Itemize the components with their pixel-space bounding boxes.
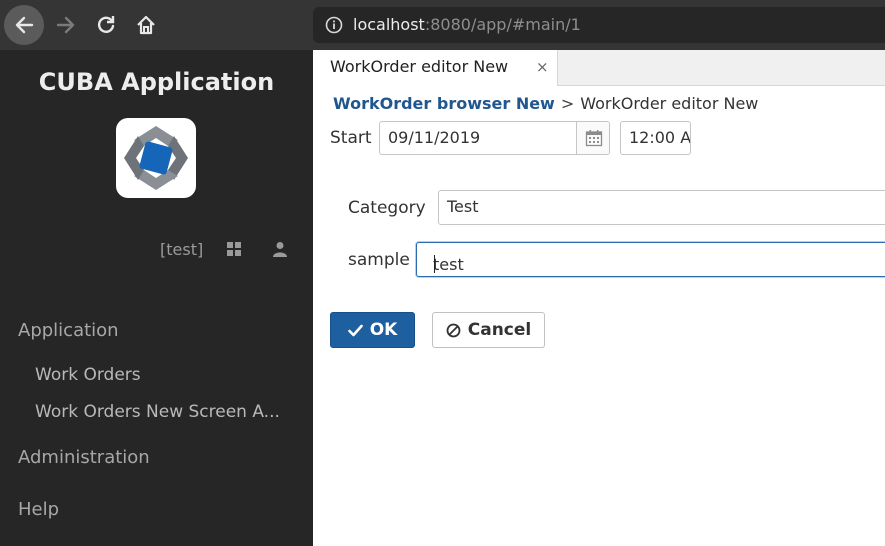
breadcrumb-current: WorkOrder editor New (580, 94, 759, 113)
menu-item-work-orders[interactable]: Work Orders (35, 365, 141, 385)
app-logo (116, 118, 196, 198)
breadcrumb-separator: > (560, 94, 575, 113)
home-icon (137, 15, 155, 35)
url-text: localhost:8080/app/#main/1 (353, 15, 581, 34)
tab-workorder-editor[interactable]: WorkOrder editor New × (313, 50, 558, 86)
user-icon[interactable] (273, 241, 287, 261)
cancel-button[interactable]: Cancel (432, 312, 545, 348)
menu-item-help[interactable]: Help (18, 499, 59, 520)
ok-button[interactable]: OK (330, 312, 415, 348)
start-date-field[interactable]: 09/11/2019 (379, 121, 610, 155)
url-path: :8080/app/#main/1 (424, 15, 581, 34)
browser-toolbar: localhost:8080/app/#main/1 (0, 0, 885, 50)
sample-label: sample (348, 250, 410, 270)
menu-item-application[interactable]: Application (18, 320, 119, 341)
checkmark-icon (347, 324, 363, 336)
arrow-left-icon (15, 16, 34, 34)
main-content: WorkOrder editor New × WorkOrder browser… (313, 50, 885, 546)
breadcrumb-link-browser[interactable]: WorkOrder browser New (333, 94, 555, 113)
calendar-icon (585, 130, 602, 147)
app-title: CUBA Application (38, 68, 275, 96)
ban-icon (446, 323, 461, 337)
category-label: Category (348, 198, 426, 218)
url-host: localhost (353, 15, 425, 34)
category-field[interactable]: Test (438, 190, 885, 225)
menu-item-administration[interactable]: Administration (18, 447, 150, 468)
sample-value: test (433, 255, 464, 274)
forward-button[interactable] (46, 5, 86, 45)
reload-button[interactable] (86, 5, 126, 45)
close-icon[interactable]: × (536, 58, 549, 76)
start-time-value: 12:00 A (629, 128, 691, 147)
menu-item-work-orders-new-screen[interactable]: Work Orders New Screen A... (35, 402, 280, 422)
text-caret (434, 255, 435, 273)
category-value: Test (447, 197, 479, 216)
sample-input[interactable]: test (416, 242, 885, 277)
start-time-field[interactable]: 12:00 A (620, 121, 691, 155)
tab-strip: WorkOrder editor New × (313, 50, 885, 86)
back-button[interactable] (4, 5, 44, 45)
user-indicator[interactable]: [test] (160, 240, 203, 259)
info-icon[interactable] (325, 16, 343, 38)
cancel-label: Cancel (467, 320, 532, 340)
reload-icon (97, 16, 115, 33)
home-button[interactable] (126, 5, 166, 45)
sidebar: CUBA Application [test] Application Work… (0, 50, 313, 546)
start-date-value: 09/11/2019 (388, 128, 481, 147)
ok-label: OK (369, 320, 398, 340)
address-bar[interactable]: localhost:8080/app/#main/1 (313, 7, 885, 43)
calendar-button[interactable] (576, 122, 609, 154)
breadcrumb: WorkOrder browser New > WorkOrder editor N… (333, 94, 758, 113)
start-label: Start (330, 128, 372, 148)
arrow-right-icon (56, 16, 75, 34)
tab-label: WorkOrder editor New (330, 57, 509, 76)
app-grid-icon[interactable] (226, 241, 242, 261)
